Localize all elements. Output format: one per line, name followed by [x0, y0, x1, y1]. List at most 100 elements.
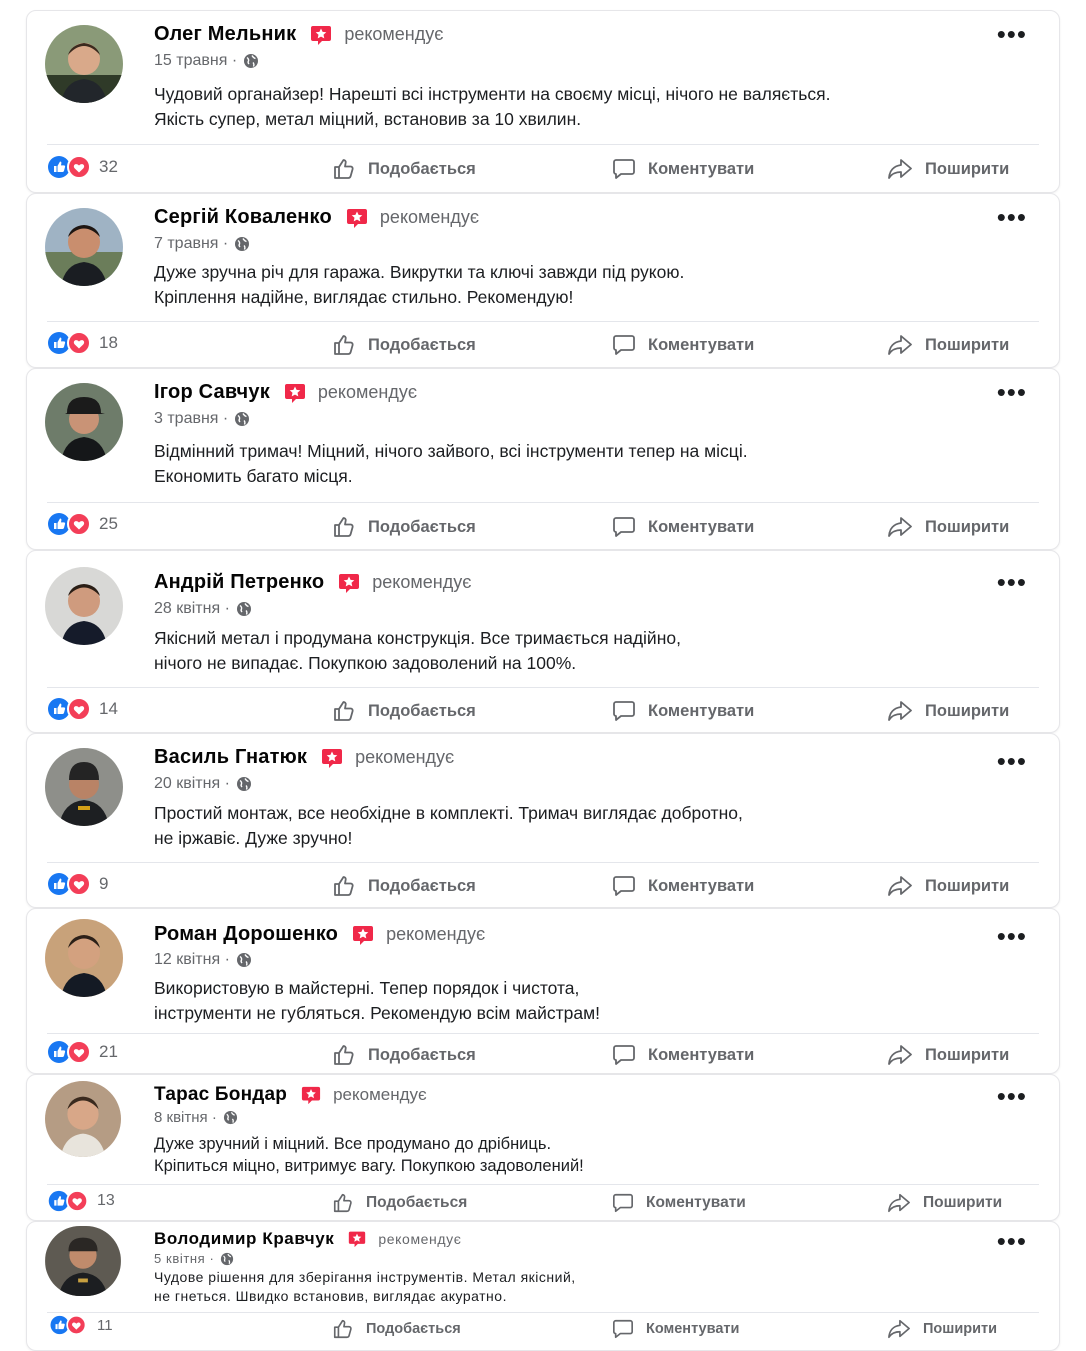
recommend-star-icon	[353, 925, 374, 945]
like-reaction-icon	[48, 155, 91, 179]
share-arrow-icon	[888, 876, 912, 896]
share-arrow-icon	[888, 159, 912, 179]
like-reaction-icon	[48, 1190, 89, 1212]
review-text: Чудове рішення для зберігання інструмент…	[154, 1269, 576, 1304]
share-button[interactable]: Поширити	[887, 157, 1009, 181]
comment-button[interactable]: Коментувати	[612, 515, 754, 539]
like-button[interactable]: Подобається	[332, 1043, 476, 1067]
avatar[interactable]	[45, 919, 123, 997]
more-options-icon[interactable]: •••	[997, 748, 1027, 774]
reviewer-name[interactable]: Сергій Коваленко	[154, 206, 332, 229]
share-button[interactable]: Поширити	[887, 1043, 1009, 1067]
thumbs-up-icon	[334, 876, 354, 896]
like-button[interactable]: Подобається	[332, 699, 476, 723]
reviewer-name[interactable]: Тарас Бондар	[154, 1084, 287, 1106]
avatar[interactable]	[45, 748, 123, 826]
review-card: Андрій Петренко рекомендує 28 квітня · Я…	[26, 550, 1060, 733]
comment-button[interactable]: Коментувати	[612, 1043, 754, 1067]
like-reaction-icon	[48, 697, 91, 721]
avatar[interactable]	[45, 383, 123, 461]
reviewer-name[interactable]: Ігор Савчук	[154, 381, 270, 404]
comment-button[interactable]: Коментувати	[612, 874, 754, 898]
review-text: Дуже зручний і міцний. Все продумано до …	[154, 1135, 584, 1175]
like-reaction-icon	[48, 1040, 91, 1064]
globe-icon	[236, 602, 251, 616]
review-text: Чудовий органайзер! Нарешті всі інструме…	[154, 84, 831, 129]
like-button[interactable]: Подобається	[332, 157, 476, 181]
reaction-count: 32	[99, 157, 118, 176]
recommends-label: рекомендує	[372, 572, 472, 592]
reaction-summary[interactable]: 9	[47, 872, 108, 896]
avatar[interactable]	[45, 567, 123, 645]
share-arrow-icon	[888, 517, 912, 537]
post-date[interactable]: 5 квітня	[154, 1251, 205, 1266]
share-arrow-icon	[888, 701, 912, 721]
share-button[interactable]: Поширити	[887, 874, 1009, 898]
comment-button[interactable]: Коментувати	[612, 1192, 746, 1214]
like-button[interactable]: Подобається	[332, 1192, 467, 1214]
post-date[interactable]: 7 травня	[154, 235, 218, 253]
reaction-summary[interactable]: 32	[47, 155, 118, 179]
reviewer-name[interactable]: Олег Мельник	[154, 23, 296, 46]
like-button[interactable]: Подобається	[332, 874, 476, 898]
recommend-star-icon	[311, 25, 332, 45]
like-button[interactable]: Подобається	[332, 333, 476, 357]
reaction-count: 13	[97, 1192, 115, 1209]
more-options-icon[interactable]: •••	[997, 1083, 1027, 1109]
thumbs-up-icon	[334, 159, 354, 179]
post-date[interactable]: 15 травня	[154, 52, 227, 70]
reaction-count: 25	[99, 514, 118, 533]
comment-button[interactable]: Коментувати	[612, 333, 754, 357]
globe-icon	[221, 1252, 234, 1265]
avatar[interactable]	[45, 25, 123, 103]
reviewer-name[interactable]: Василь Гнатюк	[154, 746, 307, 769]
reaction-summary[interactable]: 11	[47, 1315, 113, 1335]
reaction-summary[interactable]: 13	[47, 1190, 115, 1212]
share-button[interactable]: Поширити	[887, 515, 1009, 539]
like-reaction-icon	[48, 331, 91, 355]
comment-button[interactable]: Коментувати	[612, 699, 754, 723]
more-options-icon[interactable]: •••	[997, 21, 1027, 47]
more-options-icon[interactable]: •••	[997, 204, 1027, 230]
reviewer-name[interactable]: Роман Дорошенко	[154, 923, 338, 946]
avatar[interactable]	[45, 1081, 121, 1157]
reviewer-name[interactable]: Володимир Кравчук	[154, 1229, 334, 1249]
post-date[interactable]: 28 квітня	[154, 600, 220, 618]
comment-button[interactable]: Коментувати	[612, 157, 754, 181]
divider	[47, 502, 1039, 503]
post-date[interactable]: 8 квітня	[154, 1109, 208, 1126]
reaction-summary[interactable]: 25	[47, 512, 118, 536]
review-card: Роман Дорошенко рекомендує 12 квітня · В…	[26, 908, 1060, 1074]
review-text: Дуже зручна річ для гаража. Викрутки та …	[154, 262, 685, 307]
reaction-summary[interactable]: 14	[47, 697, 118, 721]
more-options-icon[interactable]: •••	[997, 923, 1027, 949]
share-arrow-icon	[888, 1193, 910, 1213]
globe-icon	[223, 1110, 237, 1125]
reaction-summary[interactable]: 21	[47, 1040, 118, 1064]
divider	[47, 687, 1039, 688]
more-options-icon[interactable]: •••	[997, 1228, 1027, 1254]
share-arrow-icon	[888, 1045, 912, 1065]
post-date[interactable]: 20 квітня	[154, 775, 220, 793]
reaction-count: 9	[99, 874, 109, 893]
recommend-star-icon	[302, 1086, 321, 1105]
comment-icon	[613, 335, 635, 355]
avatar[interactable]	[45, 1226, 121, 1296]
globe-icon	[244, 54, 259, 68]
reaction-count: 14	[99, 699, 118, 718]
more-options-icon[interactable]: •••	[997, 569, 1027, 595]
share-arrow-icon	[888, 335, 912, 355]
reaction-summary[interactable]: 18	[47, 331, 118, 355]
like-button[interactable]: Подобається	[332, 515, 476, 539]
share-button[interactable]: Поширити	[887, 333, 1009, 357]
more-options-icon[interactable]: •••	[997, 379, 1027, 405]
share-button[interactable]: Поширити	[887, 699, 1009, 723]
reviewer-name[interactable]: Андрій Петренко	[154, 571, 324, 594]
post-date[interactable]: 12 квітня	[154, 951, 220, 969]
review-card: Тарас Бондар рекомендує 8 квітня · Дуже …	[26, 1074, 1060, 1221]
avatar[interactable]	[45, 208, 123, 286]
recommend-star-icon	[339, 573, 360, 593]
post-date[interactable]: 3 травня	[154, 410, 218, 428]
divider	[47, 144, 1039, 145]
share-button[interactable]: Поширити	[887, 1192, 1002, 1214]
